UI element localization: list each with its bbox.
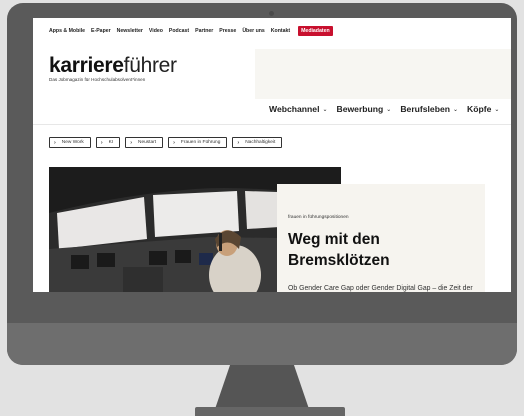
tag-nachhaltigkeit[interactable]: › Nachhaltigkeit	[232, 137, 283, 148]
topic-tags: › New Work › KI › Neustart › Frauen in Führu…	[49, 137, 287, 148]
tag-label: Neustart	[137, 140, 157, 145]
article-teaser: Ob Gender Care Gap oder Gender Digital G…	[288, 285, 473, 292]
article-kicker: frauen in führungspositionen	[288, 215, 349, 220]
chevron-right-icon: ›	[173, 139, 175, 146]
ad-banner-area	[255, 49, 511, 99]
monitor-stand	[215, 365, 309, 409]
tag-label: KI	[108, 140, 114, 145]
nav-link-apps-mobile[interactable]: Apps & Mobile	[49, 28, 85, 34]
mediadaten-button[interactable]: Mediadaten	[298, 26, 333, 36]
nav-link-kontakt[interactable]: Kontakt	[271, 28, 290, 34]
chevron-right-icon: ›	[237, 139, 240, 146]
nav-link-e-paper[interactable]: E-Paper	[91, 28, 111, 34]
main-nav-label: Bewerbung	[336, 104, 384, 114]
site-tagline: Das Jobmagazin für Hochschulabsolvent*in…	[49, 77, 146, 82]
main-nav-label: Köpfe	[467, 104, 492, 114]
chevron-down-icon: ⌄	[453, 106, 459, 113]
tag-label: New Work	[61, 140, 84, 145]
main-nav-label: Berufsleben	[400, 104, 450, 114]
chevron-down-icon: ⌄	[386, 106, 392, 113]
tag-new-work[interactable]: › New Work	[49, 137, 91, 148]
tag-label: Frauen in Führung	[180, 140, 221, 145]
monitor-base	[195, 407, 345, 416]
main-nav-koepfe[interactable]: Köpfe ⌄	[467, 104, 499, 114]
nav-link-video[interactable]: Video	[149, 28, 163, 34]
tag-frauen-in-fuehrung[interactable]: › Frauen in Führung	[168, 137, 228, 148]
article-headline[interactable]: Weg mit den Bremsklötzen	[288, 229, 468, 271]
chevron-right-icon: ›	[100, 139, 103, 146]
chevron-down-icon: ⌄	[322, 106, 328, 113]
header-divider	[33, 124, 511, 125]
nav-link-presse[interactable]: Presse	[219, 28, 236, 34]
nav-link-ueber-uns[interactable]: Über uns	[242, 28, 264, 34]
main-nav-bewerbung[interactable]: Bewerbung ⌄	[337, 104, 392, 114]
logo-bold-text: karriere	[49, 54, 124, 77]
nav-link-newsletter[interactable]: Newsletter	[117, 28, 143, 34]
main-nav-webchannel[interactable]: Webchannel ⌄	[269, 104, 328, 114]
tag-ki[interactable]: › KI	[95, 137, 121, 148]
camera-dot	[269, 11, 274, 16]
top-navigation: Apps & Mobile E-Paper Newsletter Video P…	[49, 26, 339, 36]
chevron-right-icon: ›	[54, 139, 56, 146]
chevron-right-icon: ›	[130, 139, 132, 146]
monitor-chin	[7, 323, 517, 365]
tag-neustart[interactable]: › Neustart	[125, 137, 164, 148]
site-logo[interactable]: karriereführer	[49, 55, 177, 76]
nav-link-partner[interactable]: Partner	[195, 28, 213, 34]
browser-screen: Apps & Mobile E-Paper Newsletter Video P…	[33, 18, 511, 292]
logo-light-text: führer	[123, 54, 177, 77]
main-navigation: Webchannel ⌄ Bewerbung ⌄ Berufsleben ⌄ Köpf…	[269, 104, 508, 114]
main-nav-berufsleben[interactable]: Berufsleben ⌄	[400, 104, 458, 114]
tag-label: Nachhaltigkeit	[245, 140, 276, 145]
article-card[interactable]: frauen in führungspositionen Weg mit den…	[277, 184, 485, 292]
nav-link-podcast[interactable]: Podcast	[169, 28, 189, 34]
chevron-down-icon: ⌄	[494, 106, 500, 113]
main-nav-label: Webchannel	[269, 104, 320, 114]
